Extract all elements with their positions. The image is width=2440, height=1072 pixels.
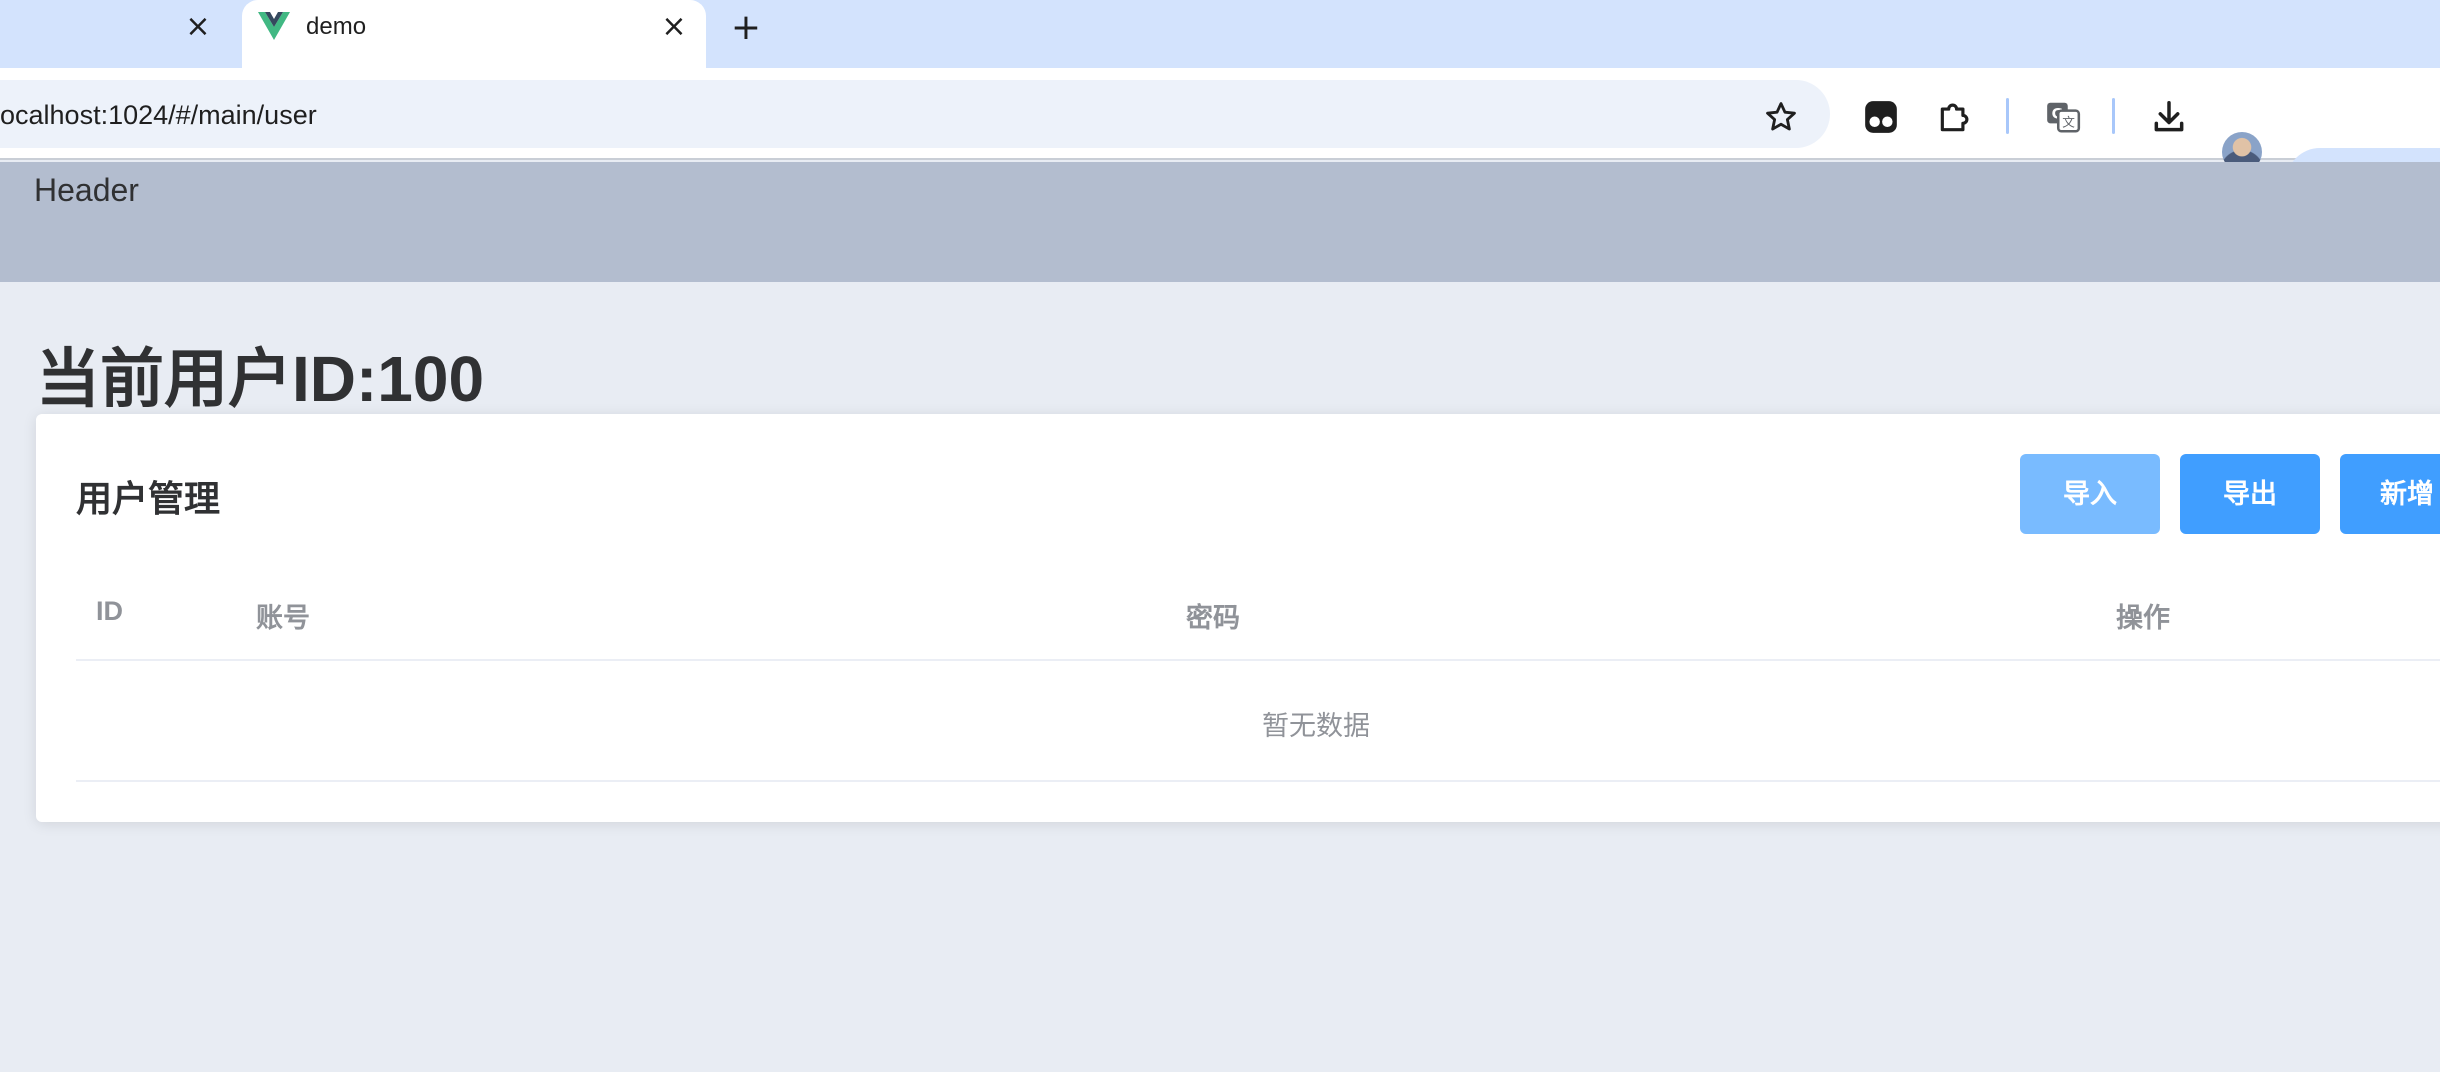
column-header-actions: 操作 (2116, 603, 2170, 633)
tab-previous[interactable]: × (0, 0, 238, 68)
star-icon[interactable] (1764, 100, 1798, 134)
user-management-card: 用户管理 导入 导出 新增 ID 账号 密码 操作 暂无数据 (36, 414, 2440, 822)
download-icon[interactable] (2150, 98, 2188, 136)
toolbar-divider (2006, 98, 2009, 134)
add-button[interactable]: 新增 (2340, 454, 2440, 534)
translate-icon[interactable]: G 文 (2044, 98, 2082, 136)
card-title: 用户管理 (76, 478, 221, 519)
svg-text:文: 文 (2062, 115, 2075, 130)
toolbar-divider (2112, 98, 2115, 134)
close-icon[interactable]: × (658, 11, 690, 43)
empty-table-text: 暂无数据 (1262, 711, 1370, 741)
column-header-account: 账号 (256, 603, 310, 633)
address-bar[interactable]: ocalhost:1024/#/main/user (0, 80, 1830, 148)
close-icon[interactable]: × (182, 11, 214, 43)
column-header-id: ID (96, 596, 123, 626)
table-bottom-divider (76, 780, 2440, 782)
tampermonkey-icon[interactable] (1862, 98, 1900, 136)
import-button[interactable]: 导入 (2020, 454, 2160, 534)
browser-toolbar: ocalhost:1024/#/main/user G 文 有新版 Chr (0, 68, 2440, 216)
tab-strip: × demo × + (0, 0, 2440, 68)
table-header-divider (76, 659, 2440, 661)
page-header: Header (0, 162, 2440, 282)
extensions-icon[interactable] (1936, 98, 1974, 136)
tab-demo[interactable]: demo × (242, 0, 706, 68)
page-title: 当前用户ID:100 (36, 343, 485, 415)
column-header-password: 密码 (1186, 603, 1240, 633)
export-button[interactable]: 导出 (2180, 454, 2320, 534)
vue-logo-icon (258, 12, 290, 40)
url-text[interactable]: ocalhost:1024/#/main/user (0, 100, 317, 131)
header-text: Header (34, 172, 139, 208)
new-tab-icon[interactable]: + (728, 10, 764, 46)
tab-title: demo (306, 13, 367, 40)
